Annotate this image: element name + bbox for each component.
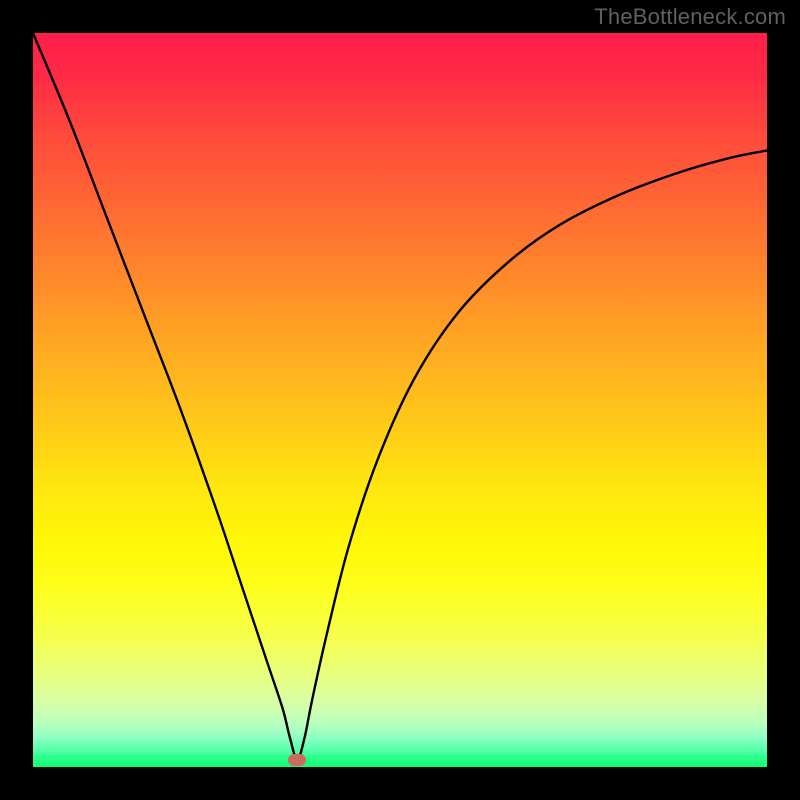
chart-frame: TheBottleneck.com (0, 0, 800, 800)
curve-svg (33, 33, 767, 767)
optimum-marker (288, 754, 306, 766)
watermark-text: TheBottleneck.com (594, 4, 786, 30)
plot-area (33, 33, 767, 767)
bottleneck-curve (33, 33, 767, 760)
